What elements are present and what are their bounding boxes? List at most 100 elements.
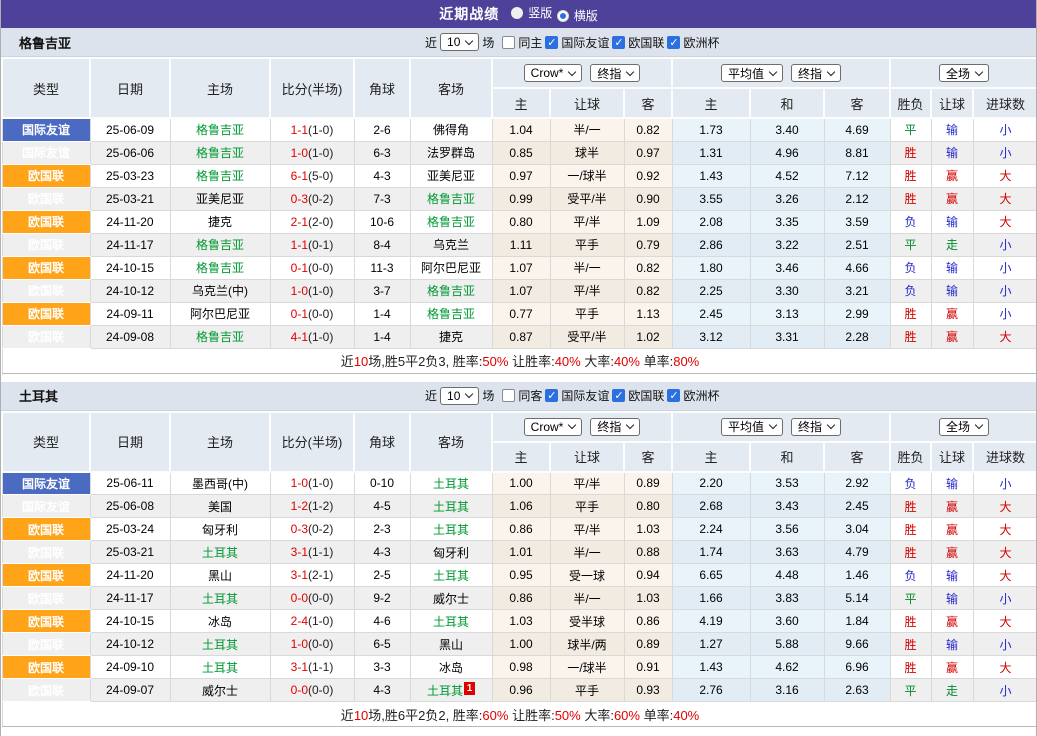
- league-filter-checkbox[interactable]: ✓: [612, 36, 625, 49]
- result-goals: 大: [973, 325, 1037, 348]
- avg-stage-select[interactable]: 终指: [791, 418, 841, 436]
- league-filter-checkbox[interactable]: ✓: [667, 389, 680, 402]
- result-wdl: 负: [890, 210, 931, 233]
- result-handicap: 赢: [931, 495, 973, 518]
- league-badge: 欧国联: [2, 518, 90, 541]
- odds-away: 0.92: [624, 164, 672, 187]
- recent-count-select[interactable]: 10: [440, 33, 479, 51]
- avg-stage-select[interactable]: 终指: [791, 64, 841, 82]
- odds-stage-select[interactable]: 终指: [590, 418, 640, 436]
- team-name: 格鲁吉亚: [19, 33, 71, 52]
- scope-select[interactable]: 全场: [939, 64, 989, 82]
- odds-home: 0.96: [492, 679, 550, 702]
- league-filter-checkbox[interactable]: ✓: [667, 36, 680, 49]
- full-time-score: 0-3: [291, 522, 308, 536]
- avg-source-select[interactable]: 平均值: [721, 418, 783, 436]
- match-date: 25-06-08: [90, 495, 170, 518]
- avg-home: 4.19: [672, 610, 750, 633]
- away-team: 黑山: [410, 633, 492, 656]
- full-time-score: 0-1: [291, 261, 308, 275]
- recent-count-select[interactable]: 10: [440, 387, 479, 405]
- odds-source-select[interactable]: Crow*: [524, 64, 583, 82]
- league-badge: 欧国联: [2, 656, 90, 679]
- corners: 1-4: [354, 302, 410, 325]
- home-team: 威尔士: [170, 679, 270, 702]
- handicap-line: 平/半: [550, 210, 624, 233]
- chevron-down-icon: [465, 390, 473, 398]
- same-venue-checkbox[interactable]: [502, 389, 515, 402]
- full-time-score: 0-0: [291, 591, 308, 605]
- half-time-score: (0-0): [308, 683, 333, 697]
- odds-away: 0.80: [624, 495, 672, 518]
- result-handicap: 输: [931, 210, 973, 233]
- scope-select[interactable]: 全场: [939, 418, 989, 436]
- scope-group-header: 全场: [890, 412, 1037, 442]
- layout-radio-vertical[interactable]: 竖版: [511, 4, 552, 21]
- avg-draw: 4.48: [750, 564, 824, 587]
- result-goals: 大: [973, 210, 1037, 233]
- league-filter-label: 欧国联: [628, 34, 664, 51]
- result-wdl: 胜: [890, 656, 931, 679]
- home-team: 格鲁吉亚: [170, 141, 270, 164]
- away-team: 土耳其: [410, 472, 492, 495]
- chevron-down-icon: [465, 36, 473, 44]
- full-time-score: 1-1: [291, 238, 308, 252]
- away-team: 土耳其1: [410, 679, 492, 702]
- home-team: 土耳其: [170, 541, 270, 564]
- result-handicap: 输: [931, 472, 973, 495]
- result-wdl: 胜: [890, 141, 931, 164]
- select-value: 平均值: [728, 65, 764, 82]
- corners: 4-3: [354, 679, 410, 702]
- summary-text: 近10场,胜5平2负3, 胜率:50% 让胜率:40% 大率:40% 单率:80…: [2, 348, 1037, 373]
- result-handicap: 赢: [931, 325, 973, 348]
- corners: 4-6: [354, 610, 410, 633]
- league-filter-checkbox[interactable]: ✓: [545, 36, 558, 49]
- avg-home: 1.80: [672, 256, 750, 279]
- odds-home: 0.80: [492, 210, 550, 233]
- match-date: 24-09-07: [90, 679, 170, 702]
- avg-source-select[interactable]: 平均值: [721, 64, 783, 82]
- result-wdl: 胜: [890, 610, 931, 633]
- away-team: 乌克兰: [410, 233, 492, 256]
- avg-away: 5.14: [824, 587, 890, 610]
- layout-radio-horizontal[interactable]: 横版: [557, 7, 598, 24]
- result-wdl: 负: [890, 472, 931, 495]
- select-value: 全场: [946, 418, 970, 435]
- odds-stage-select[interactable]: 终指: [590, 64, 640, 82]
- result-sub-header: 胜负: [890, 88, 931, 118]
- select-value: Crow*: [531, 420, 564, 434]
- full-time-score: 1-0: [291, 476, 308, 490]
- match-date: 24-09-10: [90, 656, 170, 679]
- odds-group-header: Crow* 终指: [492, 58, 672, 88]
- home-team: 匈牙利: [170, 518, 270, 541]
- match-date: 24-10-15: [90, 256, 170, 279]
- avg-away: 3.59: [824, 210, 890, 233]
- corners: 2-5: [354, 564, 410, 587]
- home-team: 格鲁吉亚: [170, 118, 270, 141]
- result-handicap: 赢: [931, 656, 973, 679]
- chevron-down-icon: [568, 67, 576, 75]
- league-filter-checkbox[interactable]: ✓: [612, 389, 625, 402]
- avg-home: 2.45: [672, 302, 750, 325]
- avg-away: 8.81: [824, 141, 890, 164]
- odds-away: 0.94: [624, 564, 672, 587]
- league-badge: 欧国联: [2, 587, 90, 610]
- avg-draw: 4.62: [750, 656, 824, 679]
- matches-label: 场: [482, 387, 494, 404]
- match-date: 24-09-11: [90, 302, 170, 325]
- odds-group-header: Crow* 终指: [492, 412, 672, 442]
- result-goals: 大: [973, 656, 1037, 679]
- odds-home: 0.95: [492, 564, 550, 587]
- handicap-line: 半/一: [550, 118, 624, 141]
- select-value: Crow*: [531, 66, 564, 80]
- league-filter-checkbox[interactable]: ✓: [545, 389, 558, 402]
- result-goals: 小: [973, 233, 1037, 256]
- radio-label: 竖版: [528, 4, 552, 21]
- col-header: 主场: [170, 412, 270, 472]
- handicap-line: 球半: [550, 141, 624, 164]
- odds-source-select[interactable]: Crow*: [524, 418, 583, 436]
- avg-home: 1.43: [672, 164, 750, 187]
- avg-home: 1.74: [672, 541, 750, 564]
- result-sub-header: 让球: [931, 88, 973, 118]
- same-venue-checkbox[interactable]: [502, 36, 515, 49]
